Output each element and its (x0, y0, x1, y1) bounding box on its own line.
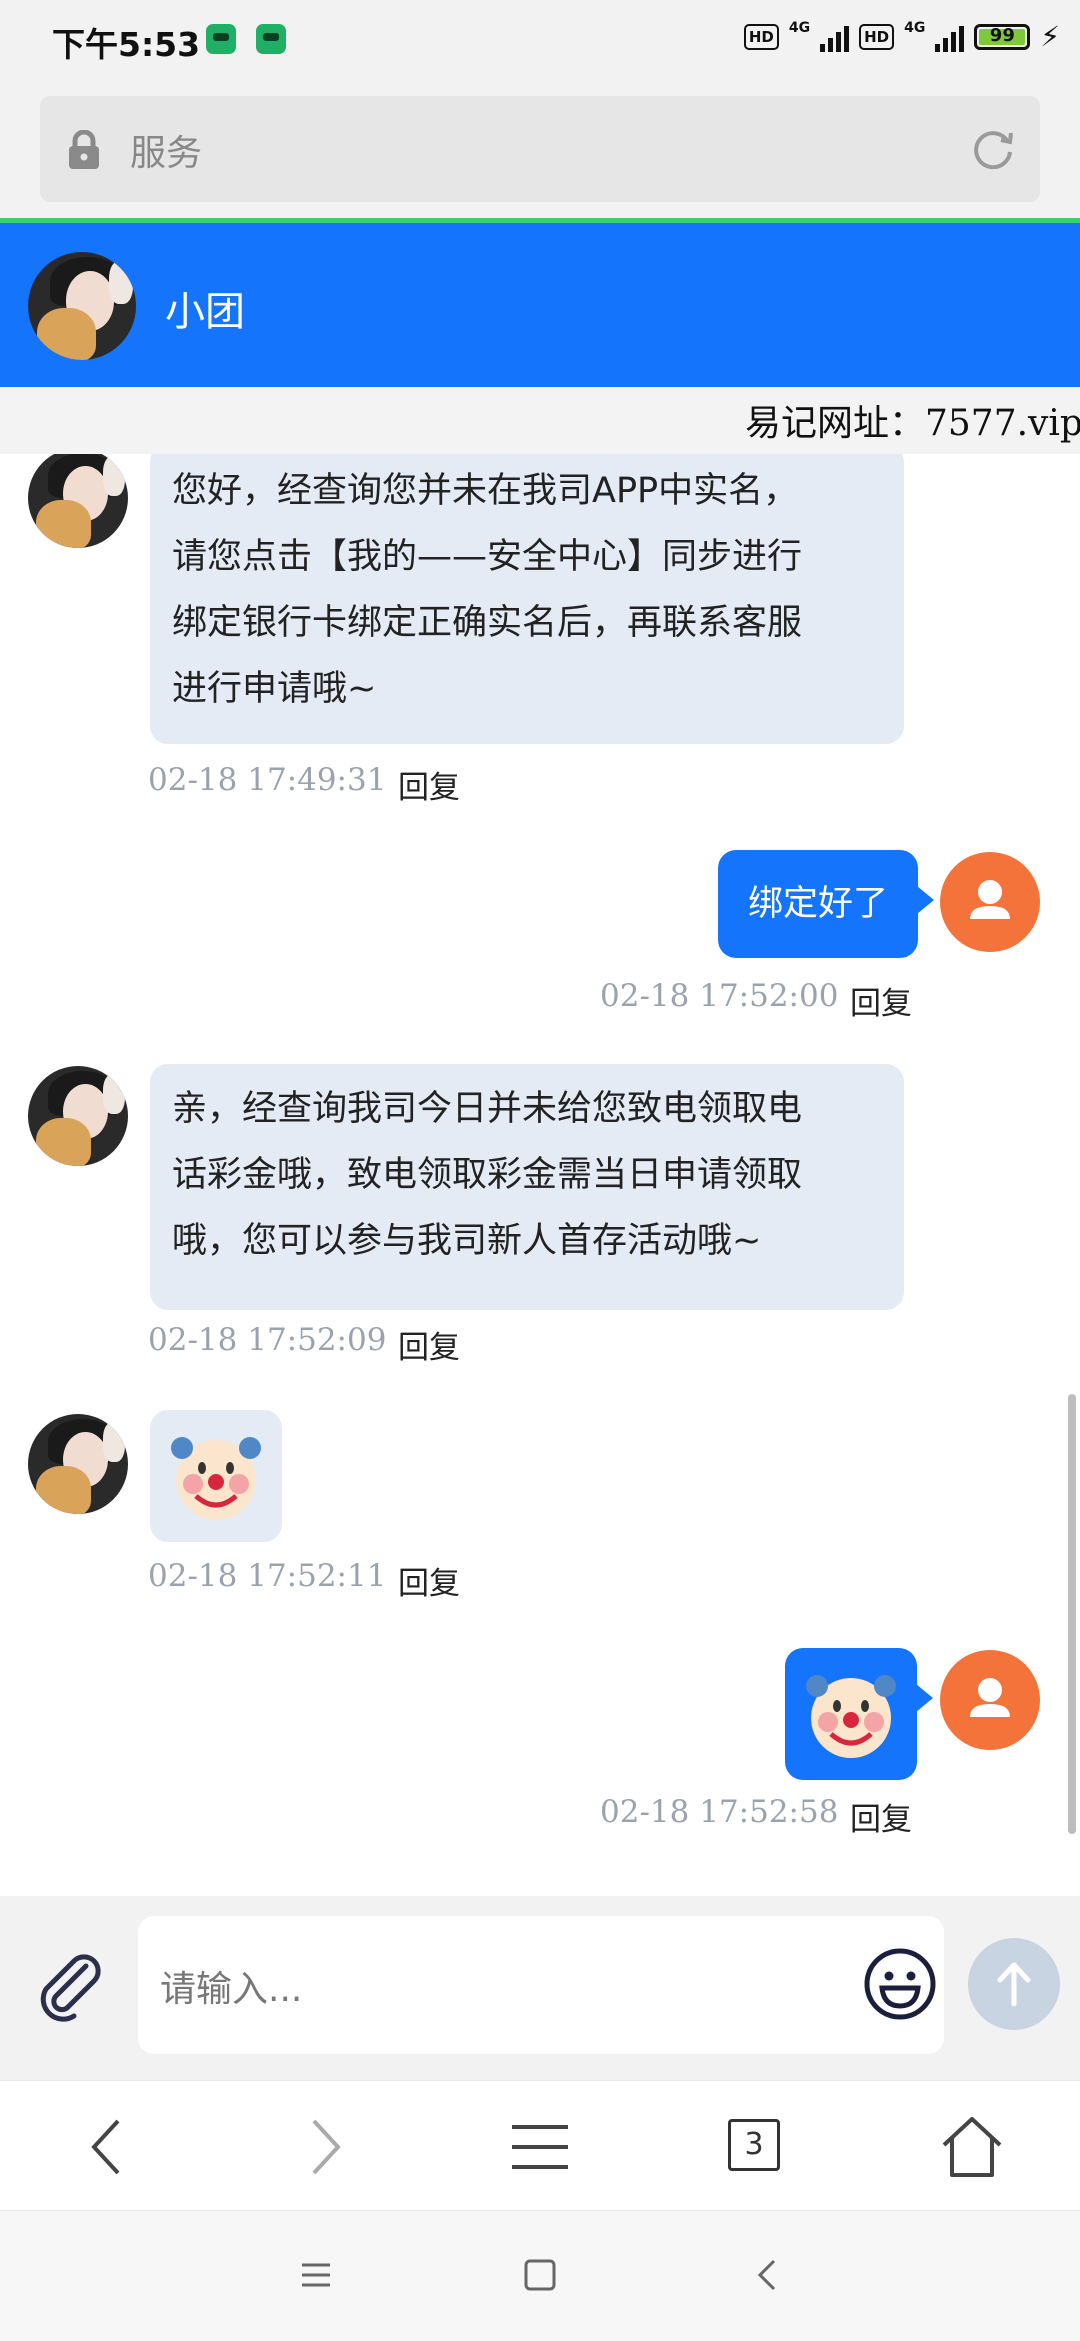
chat-header: 小团 (0, 223, 1080, 387)
agent-message-bubble[interactable]: 您好，经查询您并未在我司APP中实名， 请您点击【我的——安全中心】同步进行 绑… (150, 454, 904, 744)
user-icon (970, 1678, 1010, 1717)
message-list[interactable]: 您好，经查询您并未在我司APP中实名， 请您点击【我的——安全中心】同步进行 绑… (0, 454, 1080, 1896)
recent-apps-icon[interactable] (296, 2255, 336, 2295)
browser-navigation-bar: 3 (0, 2080, 1080, 2211)
back-icon[interactable] (72, 2111, 144, 2183)
input-placeholder: 请输入... (160, 1969, 303, 2010)
signal-icon (820, 22, 850, 52)
clown-face-icon (806, 1675, 896, 1758)
announcement-marquee: 易记网址：7577.vip 🎁 (0, 388, 1080, 454)
message-time: 02-18 17:49:31 (148, 762, 387, 798)
user-avatar[interactable] (940, 852, 1040, 952)
message-line: 话彩金哦，致电领取彩金需当日申请领取 (172, 1155, 803, 1195)
user-emoji-bubble[interactable] (785, 1648, 933, 1780)
message-time: 02-18 17:52:11 (148, 1558, 387, 1594)
attachment-icon[interactable] (30, 1944, 110, 2024)
browser-toolbar: 服务 (0, 84, 1080, 220)
tabs-button[interactable]: 3 (728, 2119, 780, 2171)
notification-app-icon (206, 24, 236, 54)
chat-title: 小团 (165, 289, 245, 335)
user-message-bubble[interactable]: 绑定好了 (718, 850, 934, 958)
send-button[interactable] (968, 1938, 1060, 2030)
message-time: 02-18 17:52:00 (600, 978, 839, 1014)
home-icon[interactable] (936, 2111, 1008, 2183)
reply-button[interactable]: 回复 (850, 1794, 912, 1839)
battery-icon: 99 (974, 23, 1031, 50)
lock-icon (69, 130, 99, 169)
menu-icon[interactable] (504, 2111, 576, 2183)
system-navigation-bar (0, 2210, 1080, 2341)
address-text: 服务 (130, 133, 203, 174)
agent-avatar[interactable] (28, 252, 136, 360)
message-line: 请您点击【我的——安全中心】同步进行 (172, 537, 803, 577)
message-line: 您好，经查询您并未在我司APP中实名， (172, 471, 799, 511)
status-time: 下午5:53 (52, 25, 201, 64)
message-time: 02-18 17:52:58 (600, 1794, 839, 1830)
message-line: 绑定银行卡绑定正确实名后，再联系客服 (172, 603, 803, 643)
network-type: 4G (788, 20, 811, 36)
status-bar: 下午5:53 HD 4G HD 4G 99 ⚡ (0, 0, 1080, 84)
user-icon (970, 880, 1010, 919)
home-button-icon[interactable] (520, 2255, 560, 2295)
message-time: 02-18 17:52:09 (148, 1322, 387, 1358)
hd-icon: HD (859, 23, 895, 50)
reload-icon[interactable] (968, 124, 1018, 174)
reply-button[interactable]: 回复 (398, 762, 460, 807)
signal-icon (935, 22, 965, 52)
agent-emoji-bubble[interactable] (150, 1410, 282, 1542)
chat-scrollbar[interactable] (1068, 1394, 1076, 1834)
reply-button[interactable]: 回复 (850, 978, 912, 1023)
message-line: 亲，经查询我司今日并未给您致电领取电 (172, 1089, 803, 1129)
charging-icon: ⚡ (1040, 20, 1060, 53)
message-input[interactable]: 请输入... (138, 1916, 944, 2054)
agent-avatar[interactable] (28, 1414, 128, 1514)
message-line: 哦，您可以参与我司新人首存活动哦~ (172, 1221, 762, 1261)
user-avatar[interactable] (940, 1650, 1040, 1750)
forward-icon[interactable] (288, 2111, 360, 2183)
address-bar[interactable]: 服务 (40, 96, 1040, 202)
message-line: 进行申请哦~ (172, 669, 377, 709)
agent-avatar[interactable] (28, 454, 128, 548)
reply-button[interactable]: 回复 (398, 1558, 460, 1603)
message-text: 绑定好了 (747, 884, 888, 924)
agent-message-bubble[interactable]: 亲，经查询我司今日并未给您致电领取电 话彩金哦，致电领取彩金需当日申请领取 哦，… (150, 1064, 904, 1310)
reply-button[interactable]: 回复 (398, 1322, 460, 1367)
notification-app-icon (256, 24, 286, 54)
agent-avatar[interactable] (28, 1066, 128, 1166)
system-back-icon[interactable] (748, 2255, 788, 2295)
hd-icon: HD (743, 23, 779, 50)
clown-face-icon (171, 1437, 261, 1520)
arrow-up-icon (997, 1962, 1031, 2007)
battery-level: 99 (989, 24, 1015, 46)
emoji-icon[interactable] (862, 1946, 938, 2022)
announcement-text: 易记网址：7577.vip 🎁 (745, 403, 1080, 444)
message-composer: 请输入... (0, 1896, 1080, 2080)
network-type: 4G (904, 20, 926, 36)
